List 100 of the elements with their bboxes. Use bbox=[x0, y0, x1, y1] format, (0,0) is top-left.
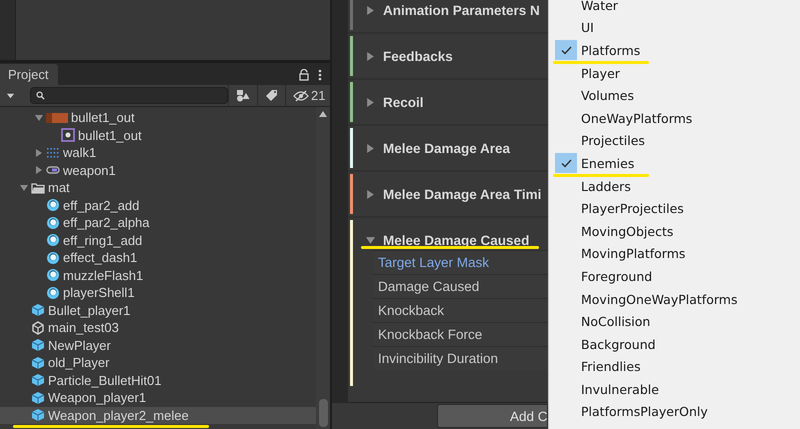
cube-icon bbox=[31, 356, 45, 370]
tree-row[interactable]: Bullet_player1 bbox=[0, 302, 316, 319]
asset-name: Bullet_player1 bbox=[48, 302, 130, 318]
image-icon bbox=[46, 110, 68, 125]
menu-item[interactable]: OneWayPlatforms bbox=[549, 106, 800, 130]
project-tab[interactable]: Project bbox=[0, 64, 58, 85]
menu-item[interactable]: Enemies bbox=[549, 152, 800, 175]
layer-name: Ladders bbox=[581, 178, 631, 194]
layer-name: MovingPlatforms bbox=[581, 246, 686, 262]
menu-item[interactable]: Player bbox=[549, 62, 800, 84]
sprite-icon bbox=[61, 128, 75, 142]
asset-name: bullet1_out bbox=[78, 128, 142, 143]
layer-name: Volumes bbox=[581, 88, 634, 104]
tree-row[interactable]: walk1 bbox=[0, 144, 316, 162]
tag-icon bbox=[265, 89, 278, 102]
asset-name: NewPlayer bbox=[48, 338, 111, 353]
cube-icon bbox=[31, 390, 45, 405]
sphere-icon bbox=[46, 198, 60, 212]
asset-name: muzzleFlash1 bbox=[63, 268, 144, 283]
tree-row[interactable]: playerShell1 bbox=[0, 284, 316, 302]
sphere-icon bbox=[46, 216, 60, 230]
asset-name: eff_par2_alpha bbox=[63, 215, 150, 230]
add-component-button[interactable]: Add C bbox=[437, 404, 548, 428]
tree-row[interactable]: bullet1_out bbox=[0, 109, 316, 126]
expanded-arrow-icon[interactable] bbox=[17, 184, 31, 192]
tree-row[interactable]: old_Player bbox=[0, 354, 316, 372]
menu-item[interactable]: Platforms bbox=[549, 39, 800, 62]
layer-name: MovingOneWayPlatforms bbox=[581, 292, 738, 307]
section-title[interactable]: Recoil bbox=[383, 94, 424, 110]
section-title[interactable]: Animation Parameters N bbox=[383, 2, 540, 18]
tree-row[interactable]: mat bbox=[0, 179, 316, 196]
expanded-arrow-icon[interactable] bbox=[32, 114, 46, 122]
asset-name: Weapon_player2_melee bbox=[48, 408, 189, 423]
menu-item[interactable]: Foreground bbox=[549, 265, 800, 288]
menu-item[interactable]: UI bbox=[549, 16, 800, 40]
tree-row[interactable]: Particle_BulletHit01 bbox=[0, 372, 316, 389]
sphere-icon bbox=[46, 250, 60, 265]
scrollbar-thumb[interactable] bbox=[318, 399, 328, 427]
folder-icon bbox=[31, 180, 45, 195]
tree-row[interactable]: Weapon_player1 bbox=[0, 389, 316, 406]
asset-name: main_test03 bbox=[48, 320, 119, 336]
tree-row[interactable]: eff_ring1_add bbox=[0, 232, 316, 249]
menu-item[interactable]: PlayerProjectiles bbox=[549, 197, 800, 220]
menu-item[interactable]: Background bbox=[549, 332, 800, 356]
menu-item[interactable]: Volumes bbox=[549, 84, 800, 107]
asset-name: eff_ring1_add bbox=[63, 232, 142, 248]
scroll-up-icon[interactable] bbox=[319, 111, 327, 117]
cube-icon bbox=[31, 338, 45, 352]
asset-name: walk1 bbox=[63, 145, 96, 160]
asset-name: Weapon_player1 bbox=[48, 390, 146, 406]
cube-icon bbox=[31, 408, 45, 422]
menu-item[interactable]: PlatformsPlayerOnly bbox=[549, 400, 800, 424]
asset-name: bullet1_out bbox=[71, 110, 135, 126]
menu-item[interactable]: MovingOneWayPlatforms bbox=[549, 288, 800, 310]
cube-icon bbox=[31, 373, 45, 388]
layer-name: MovingObjects bbox=[581, 224, 674, 239]
sphere-icon bbox=[46, 286, 60, 300]
section-title[interactable]: Feedbacks bbox=[383, 48, 453, 64]
menu-icon[interactable] bbox=[318, 68, 322, 80]
layer-name: Platforms bbox=[581, 42, 640, 58]
layer-name: NoCollision bbox=[581, 314, 650, 330]
menu-item[interactable]: Projectiles bbox=[549, 130, 800, 152]
asset-name: old_Player bbox=[48, 355, 110, 370]
section-title[interactable]: Melee Damage Area bbox=[383, 140, 510, 156]
layer-name: UI bbox=[581, 20, 594, 36]
tree-row[interactable]: bullet1_out bbox=[0, 126, 316, 144]
menu-item[interactable]: Friendlies bbox=[549, 356, 800, 378]
tree-row[interactable]: effect_dash1 bbox=[0, 249, 316, 266]
asset-name: Particle_BulletHit01 bbox=[48, 372, 162, 388]
menu-item[interactable]: MovingPlatforms bbox=[549, 242, 800, 266]
section-title[interactable]: Melee Damage Area Timi bbox=[383, 186, 542, 202]
layer-name: Background bbox=[581, 336, 656, 352]
tree-row[interactable]: muzzleFlash1 bbox=[0, 266, 316, 284]
menu-item[interactable]: Ladders bbox=[549, 174, 800, 198]
search-field[interactable] bbox=[30, 87, 228, 104]
menu-item[interactable]: NoCollision bbox=[549, 310, 800, 333]
expanded-arrow-icon[interactable] bbox=[363, 236, 377, 244]
tree-row[interactable]: main_test03 bbox=[0, 319, 316, 336]
section-title[interactable]: Melee Damage Caused bbox=[383, 232, 530, 248]
layer-name: PlayerProjectiles bbox=[581, 201, 684, 216]
asset-name: weapon1 bbox=[63, 162, 116, 178]
menu-item[interactable]: MovingObjects bbox=[549, 220, 800, 243]
layer-name: Foreground bbox=[581, 268, 652, 284]
layer-name: Invulnerable bbox=[581, 382, 659, 397]
tree-row[interactable]: eff_par2_add bbox=[0, 196, 316, 214]
menu-item[interactable]: Water bbox=[549, 0, 800, 17]
tree-row[interactable]: weapon1 bbox=[0, 162, 316, 179]
tree-row[interactable]: eff_par2_alpha bbox=[0, 214, 316, 232]
sphere-icon bbox=[46, 268, 60, 282]
lock-icon[interactable] bbox=[298, 68, 310, 80]
layer-name: Friendlies bbox=[581, 359, 641, 374]
layer-name: Water bbox=[581, 0, 618, 13]
shapes-icon bbox=[236, 89, 250, 102]
tree-row[interactable]: NewPlayer bbox=[0, 336, 316, 354]
layer-name: Player bbox=[581, 66, 620, 81]
caret-icon[interactable] bbox=[6, 91, 15, 100]
layer-name: PlatformsPlayerOnly bbox=[581, 404, 708, 420]
asset-name: effect_dash1 bbox=[63, 250, 138, 266]
asset-name: mat bbox=[48, 180, 70, 196]
menu-item[interactable]: Invulnerable bbox=[549, 378, 800, 401]
